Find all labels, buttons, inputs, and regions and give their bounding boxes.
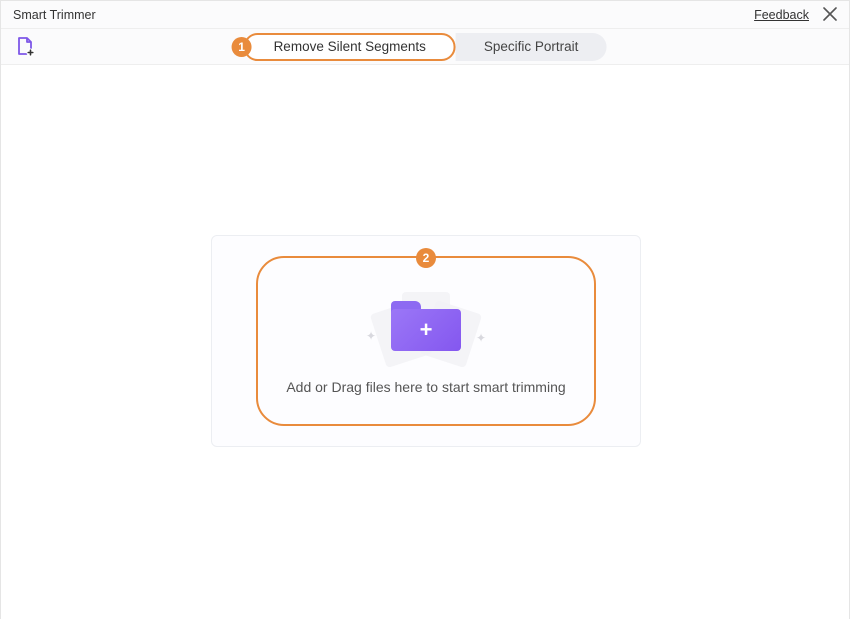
file-dropzone[interactable]: 2 ✦ ✦ + Add or Drag files here to start … [256, 256, 596, 426]
feedback-link[interactable]: Feedback [754, 8, 809, 22]
dropzone-label: Add or Drag files here to start smart tr… [286, 379, 565, 395]
folder-stack-illustration: ✦ ✦ + [366, 287, 486, 365]
titlebar-right: Feedback [754, 6, 837, 24]
add-folder-icon: + [391, 301, 461, 351]
mode-tabs: 1 Remove Silent Segments Specific Portra… [244, 33, 607, 61]
titlebar: Smart Trimmer Feedback [1, 1, 849, 29]
add-file-icon[interactable] [15, 37, 35, 57]
tab-remove-silent-segments[interactable]: Remove Silent Segments [244, 33, 456, 61]
window-title: Smart Trimmer [13, 8, 96, 22]
toolbar: 1 Remove Silent Segments Specific Portra… [1, 29, 849, 65]
callout-badge-1: 1 [232, 37, 252, 57]
content-area: 2 ✦ ✦ + Add or Drag files here to start … [1, 65, 849, 619]
sparkle-icon: ✦ [366, 329, 376, 343]
sparkle-icon: ✦ [476, 331, 486, 345]
callout-badge-2: 2 [416, 248, 436, 268]
smart-trimmer-window: Smart Trimmer Feedback 1 Remove Silent S… [0, 0, 850, 619]
drop-card: 2 ✦ ✦ + Add or Drag files here to start … [211, 235, 641, 447]
tab-specific-portrait[interactable]: Specific Portrait [456, 33, 607, 61]
close-icon[interactable] [823, 6, 837, 24]
plus-icon: + [420, 319, 433, 341]
